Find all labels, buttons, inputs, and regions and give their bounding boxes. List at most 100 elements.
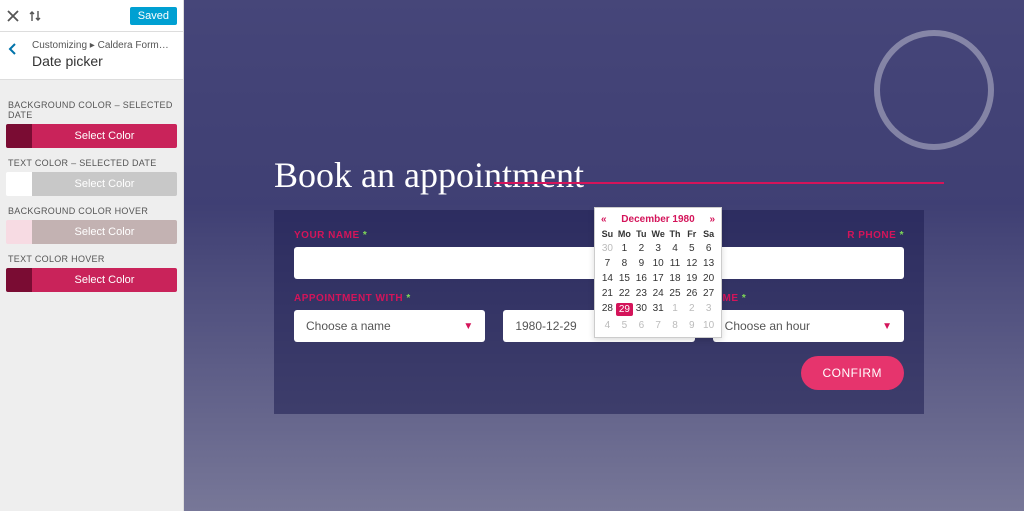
color-row: Select Color xyxy=(6,172,177,196)
breadcrumb-path: Customizing ▸ Caldera Forms Style C... xyxy=(32,40,173,51)
dp-day[interactable]: 25 xyxy=(667,286,684,301)
dp-dow: Mo xyxy=(616,227,633,241)
dp-day[interactable]: 8 xyxy=(616,256,633,271)
dp-header: « December 1980 » xyxy=(599,214,717,227)
label-name: YOUR NAME * xyxy=(294,230,590,241)
dp-day[interactable]: 22 xyxy=(616,286,633,301)
dp-day[interactable]: 3 xyxy=(700,301,717,318)
dp-day[interactable]: 16 xyxy=(633,271,650,286)
color-swatch[interactable] xyxy=(6,220,32,244)
dp-day[interactable]: 5 xyxy=(683,241,700,256)
color-swatch[interactable] xyxy=(6,124,32,148)
saved-badge: Saved xyxy=(130,7,177,25)
dp-dow: Th xyxy=(667,227,684,241)
time-select[interactable]: Choose an hour ▼ xyxy=(713,310,904,342)
headline-rule xyxy=(494,182,944,184)
dp-day[interactable]: 31 xyxy=(650,301,667,318)
dp-day[interactable]: 12 xyxy=(683,256,700,271)
dp-day[interactable]: 17 xyxy=(650,271,667,286)
dp-day[interactable]: 29 xyxy=(616,301,633,318)
dp-day[interactable]: 23 xyxy=(633,286,650,301)
select-color-button[interactable]: Select Color xyxy=(32,268,177,292)
dp-day[interactable]: 9 xyxy=(683,318,700,333)
color-row: Select Color xyxy=(6,124,177,148)
select-color-button[interactable]: Select Color xyxy=(32,172,177,196)
dp-day[interactable]: 2 xyxy=(683,301,700,318)
customizer-sidebar: Saved Customizing ▸ Caldera Forms Style … xyxy=(0,0,184,511)
dp-day[interactable]: 19 xyxy=(683,271,700,286)
section-label: TEXT COLOR HOVER xyxy=(8,254,175,264)
appt-select[interactable]: Choose a name ▼ xyxy=(294,310,485,342)
section-label: BACKGROUND COLOR HOVER xyxy=(8,206,175,216)
panel-title: Date picker xyxy=(32,53,173,69)
dp-day[interactable]: 15 xyxy=(616,271,633,286)
close-icon[interactable] xyxy=(6,9,20,23)
dp-prev-icon[interactable]: « xyxy=(601,214,607,225)
dp-day[interactable]: 21 xyxy=(599,286,616,301)
dp-day[interactable]: 30 xyxy=(599,241,616,256)
select-color-button[interactable]: Select Color xyxy=(32,124,177,148)
dp-day[interactable]: 13 xyxy=(700,256,717,271)
label-appt: APPOINTMENT WITH * xyxy=(294,293,485,304)
color-swatch[interactable] xyxy=(6,268,32,292)
dp-day[interactable]: 1 xyxy=(667,301,684,318)
dp-day[interactable]: 6 xyxy=(633,318,650,333)
dp-day[interactable]: 24 xyxy=(650,286,667,301)
dp-day[interactable]: 20 xyxy=(700,271,717,286)
section-label: BACKGROUND COLOR – SELECTED DATE xyxy=(8,100,175,120)
dp-day[interactable]: 1 xyxy=(616,241,633,256)
dp-dow: Tu xyxy=(633,227,650,241)
dp-day[interactable]: 8 xyxy=(667,318,684,333)
dp-day[interactable]: 18 xyxy=(667,271,684,286)
select-color-button[interactable]: Select Color xyxy=(32,220,177,244)
dp-next-icon[interactable]: » xyxy=(709,214,715,225)
dp-dow: Su xyxy=(599,227,616,241)
dp-day[interactable]: 11 xyxy=(667,256,684,271)
dp-day[interactable]: 7 xyxy=(599,256,616,271)
back-icon[interactable] xyxy=(6,42,20,56)
dp-dow: We xyxy=(650,227,667,241)
confirm-button[interactable]: CONFIRM xyxy=(801,356,905,390)
headline: Book an appointment xyxy=(274,154,584,196)
dp-day[interactable]: 10 xyxy=(700,318,717,333)
dp-day[interactable]: 10 xyxy=(650,256,667,271)
dp-dow: Fr xyxy=(683,227,700,241)
color-row: Select Color xyxy=(6,220,177,244)
dp-day[interactable]: 9 xyxy=(633,256,650,271)
color-swatch[interactable] xyxy=(6,172,32,196)
field-time: TIME * Choose an hour ▼ xyxy=(713,293,904,342)
label-time: TIME * xyxy=(713,293,904,304)
customizer-topbar: Saved xyxy=(0,0,183,32)
time-value: Choose an hour xyxy=(725,319,810,333)
dp-day[interactable]: 5 xyxy=(616,318,633,333)
dp-dow: Sa xyxy=(700,227,717,241)
dp-day[interactable]: 2 xyxy=(633,241,650,256)
dp-day[interactable]: 30 xyxy=(633,301,650,318)
confirm-wrap: CONFIRM xyxy=(294,356,904,390)
datepicker-popup: « December 1980 » SuMoTuWeThFrSa30123456… xyxy=(594,207,722,338)
breadcrumb: Customizing ▸ Caldera Forms Style C... D… xyxy=(0,32,183,80)
dp-day[interactable]: 6 xyxy=(700,241,717,256)
appt-value: Choose a name xyxy=(306,319,391,333)
dp-day[interactable]: 7 xyxy=(650,318,667,333)
section-label: TEXT COLOR – SELECTED DATE xyxy=(8,158,175,168)
color-row: Select Color xyxy=(6,268,177,292)
dp-grid: SuMoTuWeThFrSa30123456789101112131415161… xyxy=(599,227,717,333)
form-panel: « December 1980 » SuMoTuWeThFrSa30123456… xyxy=(274,210,924,414)
dp-day[interactable]: 28 xyxy=(599,301,616,318)
sort-icon[interactable] xyxy=(28,9,42,23)
chevron-down-icon: ▼ xyxy=(463,321,473,332)
dp-title: December 1980 xyxy=(621,214,694,225)
dp-day[interactable]: 4 xyxy=(667,241,684,256)
clock-decoration xyxy=(874,30,994,150)
dp-day[interactable]: 27 xyxy=(700,286,717,301)
dp-day[interactable]: 26 xyxy=(683,286,700,301)
dp-day[interactable]: 14 xyxy=(599,271,616,286)
chevron-down-icon: ▼ xyxy=(882,321,892,332)
dp-day[interactable]: 3 xyxy=(650,241,667,256)
preview-pane: Book an appointment « December 1980 » Su… xyxy=(184,0,1024,511)
field-appt: APPOINTMENT WITH * Choose a name ▼ xyxy=(294,293,485,342)
dp-day[interactable]: 4 xyxy=(599,318,616,333)
sections: BACKGROUND COLOR – SELECTED DATE Select C… xyxy=(0,80,183,302)
date-value: 1980-12-29 xyxy=(515,319,576,333)
